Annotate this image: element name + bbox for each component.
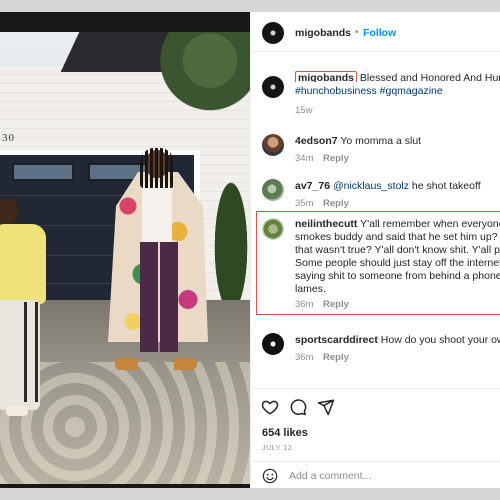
comment-text: Some people should just stay off the int… <box>295 257 500 269</box>
caption-text: Blessed and Honored And Humble✌ <box>359 72 500 82</box>
caption-age: 15w <box>295 105 313 116</box>
photo-scene: 30 <box>0 32 250 484</box>
garage-window <box>12 163 74 181</box>
instagram-post-window: 30 migobands • Follow migobands Blessed … <box>0 12 500 488</box>
reply-button[interactable]: Reply <box>323 352 349 363</box>
seated-person-head <box>0 198 18 224</box>
post-photo: 30 <box>0 12 250 488</box>
heart-icon[interactable] <box>261 398 279 416</box>
comment-text: Y'all remember when everyone lo <box>360 218 500 230</box>
add-comment-row <box>251 461 500 488</box>
reply-button[interactable]: Reply <box>323 299 349 310</box>
comment-age: 35m <box>295 198 314 209</box>
person-hair <box>140 148 174 188</box>
comment-text: How do you shoot your own <box>380 334 500 346</box>
caption-avatar[interactable] <box>262 76 284 98</box>
comment-username[interactable]: av7_76 <box>295 180 330 192</box>
comment-line: av7_76 @nicklaus_stolz he shot takeoff <box>295 180 500 194</box>
like-count[interactable]: 654 likes <box>262 427 308 439</box>
yellow-sweater <box>0 224 46 304</box>
caption-hashtags: #hunchobusiness #gqmagazine <box>295 85 500 99</box>
comment-age: 34m <box>295 153 314 164</box>
header-dot: • <box>355 27 359 38</box>
comment-text: that wasn't true? Y'all don't know shit.… <box>295 244 500 256</box>
house-number: 30 <box>2 132 15 144</box>
post-sidebar: migobands • Follow migobands Blessed and… <box>250 12 500 488</box>
comment-avatar[interactable] <box>262 179 284 201</box>
comment-text: Yo momma a slut <box>340 135 422 147</box>
header-username[interactable]: migobands <box>295 27 351 39</box>
sneaker <box>6 406 28 416</box>
follow-button[interactable]: Follow <box>363 27 396 39</box>
hashtag[interactable]: #hunchobusiness <box>295 85 377 97</box>
avatar[interactable] <box>262 22 284 44</box>
comment-age: 36m <box>295 352 314 363</box>
comment-username[interactable]: neilinthecutt <box>295 218 357 230</box>
comment-line: neilinthecutt Y'all remember when everyo… <box>295 218 500 231</box>
comment-username[interactable]: sportscarddirect <box>295 334 378 346</box>
post-header: migobands • Follow <box>251 12 500 52</box>
caption-line: migobands Blessed and Honored And Humble… <box>295 68 500 82</box>
tan-boots <box>115 358 197 370</box>
share-icon[interactable] <box>317 398 335 416</box>
comment-input[interactable] <box>289 468 489 484</box>
post-date: JULY 12 <box>262 445 293 452</box>
comment-line: 4edson7 Yo momma a slut <box>295 135 500 149</box>
purple-pants <box>140 242 178 352</box>
comment-line: sportscarddirect How do you shoot your o… <box>295 334 500 348</box>
comment-text: smokes buddy and said that he set him up… <box>295 231 500 243</box>
comment-avatar[interactable] <box>262 134 284 156</box>
post-actions: 654 likes JULY 12 <box>251 388 500 488</box>
comment-icon[interactable] <box>289 398 307 416</box>
comment-avatar[interactable] <box>262 218 284 240</box>
comment-age: 36m <box>295 299 314 310</box>
comment-username[interactable]: 4edson7 <box>295 135 338 147</box>
hashtag[interactable]: #gqmagazine <box>380 85 443 97</box>
comment-text: saying shit to someone from behind a pho… <box>295 270 500 282</box>
comment-avatar[interactable] <box>262 333 284 355</box>
white-shirt <box>142 182 172 242</box>
emoji-icon[interactable] <box>262 468 278 484</box>
mention-link[interactable]: @nicklaus_stolz <box>333 180 409 192</box>
reply-button[interactable]: Reply <box>323 198 349 209</box>
chair <box>24 302 38 402</box>
comment-text: lames. <box>295 283 326 295</box>
caption-username[interactable]: migobands <box>295 71 358 82</box>
trees <box>150 32 250 127</box>
reply-button[interactable]: Reply <box>323 153 349 164</box>
comment-text: he shot takeoff <box>409 180 481 192</box>
